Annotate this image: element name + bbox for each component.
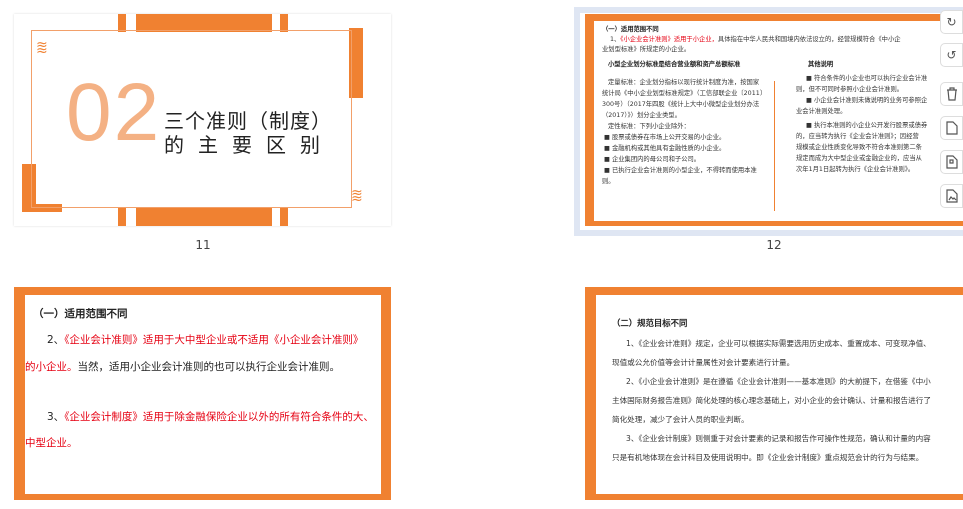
right-line: 的，应当转为执行《企业会计准则》；因经营 <box>796 133 919 140</box>
item-3-line-1: 3、《企业会计制度》适用于除金融保险企业以外的所有符合条件的大、 <box>47 411 374 423</box>
left-line: 定量标准：企业划分指标以现行统计制度为准，按国家 <box>608 79 760 86</box>
slide-heading: （一）适用范围不同 <box>33 308 128 320</box>
left-line: 统计局《中小企业划型标准规定》（工信部联企业〔2011〕 <box>602 90 767 97</box>
new-slide-icon[interactable] <box>940 116 963 140</box>
intro-line-2: 业划型标准》所规定的小企业。 <box>602 46 691 53</box>
left-line: 300号）（2017年四股《统计上大中小微型企业划分办法 <box>602 101 760 108</box>
right-line: ■ 符合条件的小企业也可以执行企业会计准 <box>806 75 928 82</box>
delete-icon[interactable] <box>940 82 963 106</box>
section-title-line2: 的主要区别 <box>164 133 334 157</box>
right-line: ■ 执行本准则的小企业公开发行股票或债券 <box>806 122 928 129</box>
wave-decoration-icon: ≈ ≈ <box>36 37 48 59</box>
body-line: 1、《企业会计准则》规定，企业可以根据实际需要选用历史成本、重置成本、可变现净值… <box>626 339 931 348</box>
redo-icon[interactable]: ↻ <box>940 10 963 34</box>
slide-number-label: 11 <box>195 238 211 252</box>
body-line: 简化处理，减少了会计人员的职业判断。 <box>612 415 749 424</box>
slide-thumbnail-13[interactable]: （一）适用范围不同 2、《企业会计准则》适用于大中型企业或不适用《小企业会计准则… <box>14 287 391 500</box>
slide-thumbnail-11[interactable]: ≈ ≈ ≈ ≈ 02 三个准则（制度） 的主要区别 <box>14 14 391 226</box>
slide-number-label: 12 <box>766 238 782 252</box>
slide-thumbnail-12[interactable]: （一）适用范围不同 1、《小企业会计准则》适用于小企业，具体指在中华人民共和国境… <box>585 14 963 226</box>
slide-selection-top <box>574 7 963 13</box>
right-line: 业会计准则处理。 <box>796 108 847 115</box>
item-3-line-2: 中型企业。 <box>25 437 78 449</box>
slide-thumbnail-14[interactable]: （二）规范目标不同 1、《企业会计准则》规定，企业可以根据实际需要选用历史成本、… <box>585 287 963 500</box>
right-line: 规模或企业性质变化导致不符合本准则第二条 <box>796 144 922 151</box>
body-line: 2、《小企业会计准则》是在遵循《企业会计准则——基本准则》的大前提下，在借鉴《中… <box>626 377 931 386</box>
item-2-line-2: 的小企业。当然，适用小企业会计准则的也可以执行企业会计准则。 <box>25 361 340 373</box>
section-number: 02 <box>66 67 162 158</box>
body-line: 只是有机地体现在会计科目及使用说明中。即《企业会计制度》重点规范会计的行为与结果… <box>612 453 924 462</box>
undo-icon[interactable]: ↺ <box>940 43 963 67</box>
insert-image-icon[interactable] <box>940 184 963 208</box>
right-line: 则，但不可同时参照小企业会计准则。 <box>796 86 904 93</box>
slide-selection-left <box>574 7 580 235</box>
slide-heading: （二）规范目标不同 <box>612 318 688 328</box>
left-line: （2017）》）划分企业类型。 <box>602 112 681 119</box>
left-line: ■ 企业集团内的母公司和子公司。 <box>604 156 701 163</box>
right-line: 规定而成为大中型企业或金融企业的，应当从 <box>796 155 922 162</box>
left-line: ■ 股票或债券在市场上公开交易的小企业。 <box>604 134 726 141</box>
left-column-heading: 小型企业划分标准是结合营业额和资产总额标准 <box>608 61 741 68</box>
slide-selection-bottom <box>574 230 963 236</box>
body-line: 现值或公允价值等会计计量属性对会计要素进行计量。 <box>612 358 795 367</box>
item-2-line-1: 2、《企业会计准则》适用于大中型企业或不适用《小企业会计准则》 <box>47 334 364 346</box>
left-line: 定性标准：下列小企业除外： <box>608 123 690 130</box>
body-line: 3、《企业会计制度》则侧重于对会计要素的记录和报告作可操作性规范，确认和计量的内… <box>626 434 931 443</box>
left-line: ■ 金融机构或其他具有金融性质的小企业。 <box>604 145 726 152</box>
column-divider <box>774 81 775 211</box>
replace-icon[interactable] <box>940 150 963 174</box>
right-line: 次年1月1日起转为执行《企业会计准则》。 <box>796 166 915 173</box>
right-column-heading: 其他说明 <box>808 61 834 68</box>
left-line: ■ 已执行企业会计准则的小型企业，不得转而使用本准 <box>604 167 757 174</box>
left-line: 则。 <box>602 178 615 185</box>
wave-decoration-icon: ≈ ≈ <box>351 185 363 207</box>
body-line: 主体国际财务报告准则》简化处理的核心理念基础上，对小企业的会计确认、计量和报告进… <box>612 396 931 405</box>
right-line: ■ 小企业会计准则未做说明的业务可参照企 <box>806 97 928 104</box>
